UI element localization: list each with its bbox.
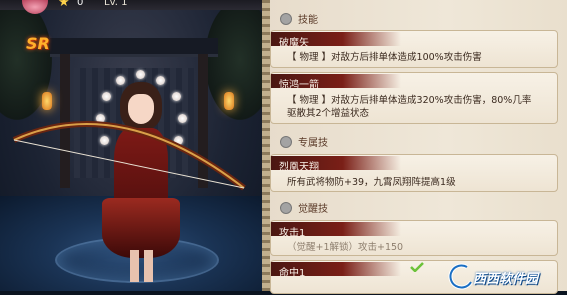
skill-desc-line2: 驱散其2个增益状态	[287, 108, 370, 119]
section-title: 觉醒技	[298, 204, 328, 215]
section-bullet-icon	[280, 135, 292, 148]
bow-weapon	[12, 121, 246, 191]
lantern-icon	[224, 92, 234, 110]
watermark: 西西软件园	[445, 262, 567, 291]
section-bullet-icon	[280, 12, 292, 25]
star-icon: ★	[58, 0, 70, 10]
awaken-name: 攻击1	[279, 228, 306, 239]
section-title: 专属技	[298, 138, 328, 149]
exclusive-name: 烈凰天翔	[279, 162, 319, 173]
section-title: 技能	[298, 15, 318, 26]
section-skills: 技能	[280, 11, 318, 26]
section-bullet-icon	[280, 201, 292, 214]
check-icon	[410, 262, 424, 272]
skill-desc: 【 物理 】对敌方后排单体造成100%攻击伤害	[287, 52, 482, 63]
exclusive-card[interactable]: 烈凰天翔 所有武将物防+39，九霄凤翔阵提高1级	[270, 154, 558, 192]
section-awaken: 觉醒技	[280, 200, 328, 215]
awaken-desc: （觉醒+1解锁）攻击+150	[287, 242, 404, 253]
awaken-name: 命中1	[279, 268, 306, 279]
watermark-logo-icon	[448, 263, 473, 290]
skill-name: 惊鸿一箭	[279, 80, 319, 91]
skill-desc-line1: 【 物理 】对敌方后排单体造成320%攻击伤害，80%几率	[287, 95, 532, 106]
watermark-text: 西西软件园	[473, 272, 539, 287]
rarity-badge: SR	[26, 34, 50, 53]
skill-card-2[interactable]: 惊鸿一箭 【 物理 】对敌方后排单体造成320%攻击伤害，80%几率 驱散其2个…	[270, 72, 558, 124]
skill-card-1[interactable]: 破魔矢 【 物理 】对敌方后排单体造成100%攻击伤害	[270, 30, 558, 68]
skill-name: 破魔矢	[279, 38, 309, 49]
hero-level: Lv. 1	[104, 0, 128, 8]
panel-spine	[262, 0, 270, 291]
star-count: 0	[77, 0, 84, 8]
section-exclusive: 专属技	[280, 134, 328, 149]
lantern-icon	[42, 92, 52, 110]
exclusive-desc: 所有武将物防+39，九霄凤翔阵提高1级	[287, 177, 456, 188]
awaken-card-1[interactable]: 攻击1 （觉醒+1解锁）攻击+150	[270, 220, 558, 256]
